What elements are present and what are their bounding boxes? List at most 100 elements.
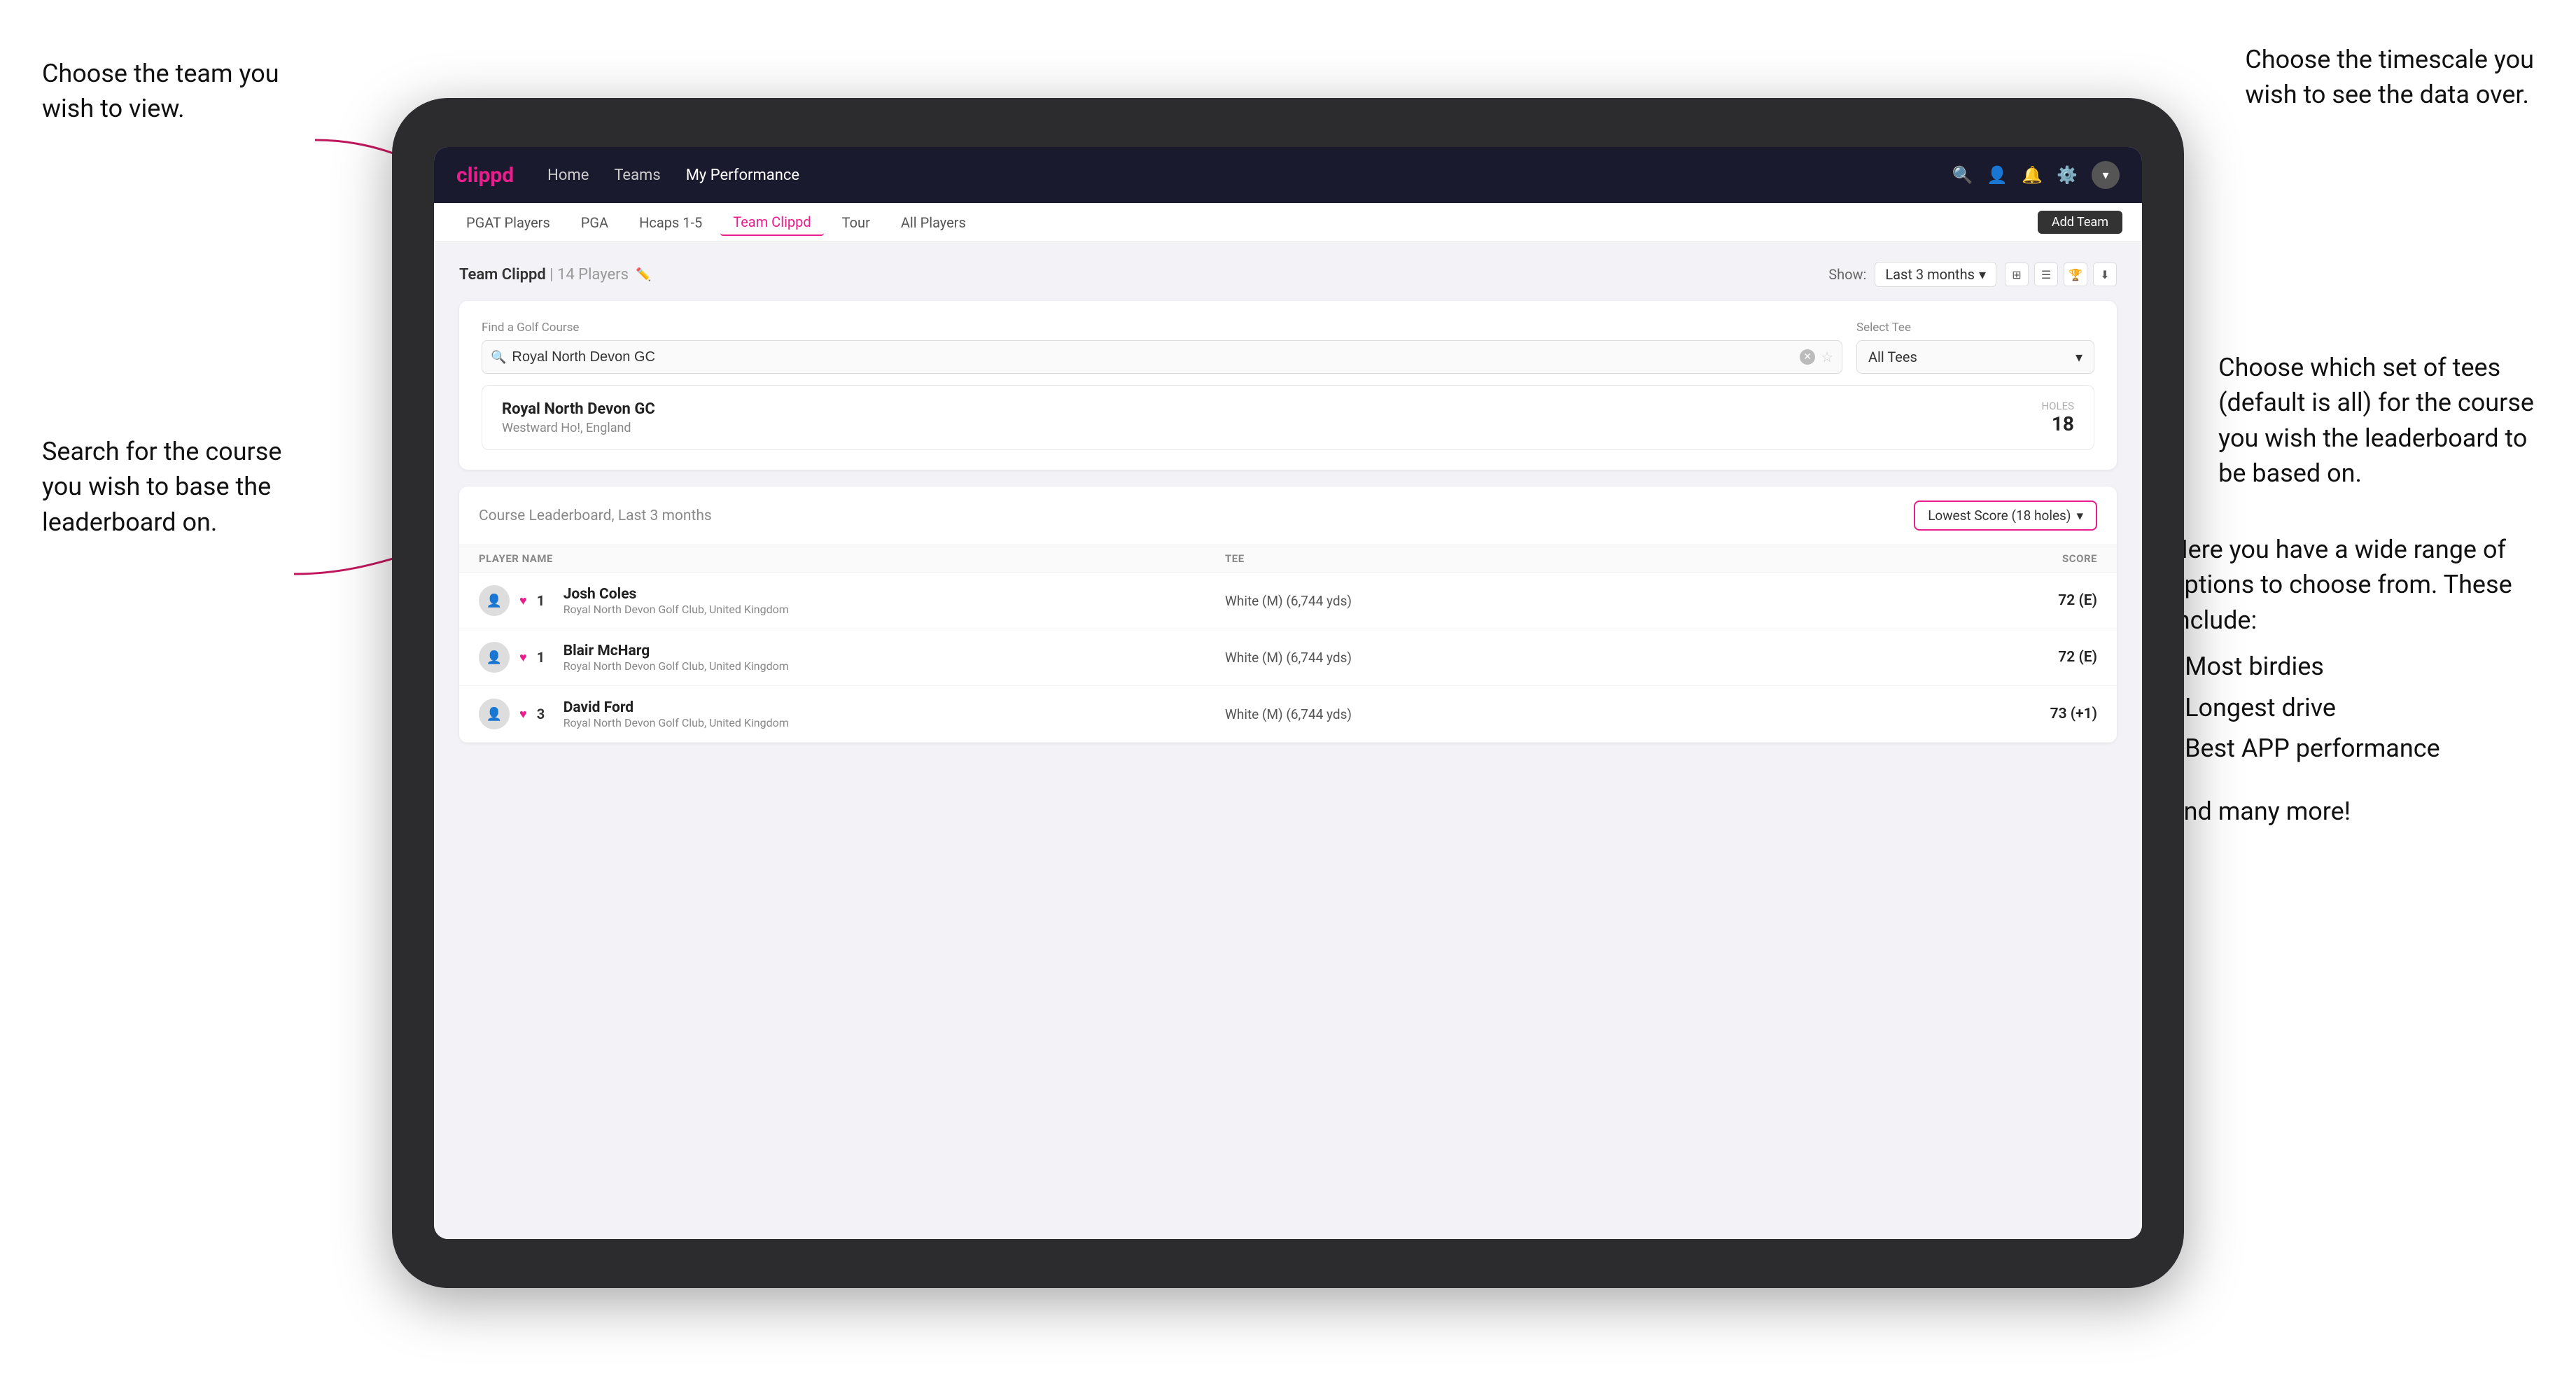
person-icon[interactable]: 👤	[1987, 165, 2008, 185]
annotation-bottom-right: Here you have a wide range of options to…	[2170, 532, 2534, 830]
leaderboard-title-text: Course Leaderboard,	[479, 507, 615, 524]
annotation-br-intro: Here you have a wide range of options to…	[2170, 535, 2512, 635]
bullet-birdies: Most birdies	[2170, 649, 2534, 684]
subnav-all-players[interactable]: All Players	[888, 210, 979, 235]
tee-select[interactable]: All Tees ▾	[1856, 340, 2094, 374]
show-value: Last 3 months	[1885, 266, 1975, 283]
course-name: Royal North Devon GC	[502, 400, 655, 418]
navbar-logo: clippd	[456, 163, 514, 188]
annotation-tr-line1: Choose the timescale you	[2245, 45, 2534, 74]
col-player-name: PLAYER NAME	[479, 552, 1225, 565]
show-label: Show:	[1828, 266, 1866, 283]
bell-icon[interactable]: 🔔	[2022, 165, 2043, 185]
ipad-frame: clippd Home Teams My Performance 🔍 👤 🔔 ⚙…	[392, 98, 2184, 1288]
player-club-2: Royal North Devon Golf Club, United King…	[564, 659, 789, 673]
favorite-icon[interactable]: ☆	[1821, 349, 1833, 365]
nav-my-performance[interactable]: My Performance	[686, 167, 799, 184]
settings-icon[interactable]: ⚙️	[2057, 165, 2078, 185]
player-rank-3: 3	[537, 706, 554, 722]
annotation-br-bullets: Most birdies Longest drive Best APP perf…	[2170, 649, 2534, 766]
holes-count: 18	[2041, 412, 2074, 435]
search-icon[interactable]: 🔍	[1952, 165, 1973, 185]
table-row: 👤 ♥ 1 Josh Coles Royal North Devon Golf …	[459, 573, 2117, 629]
subnav-pgat[interactable]: PGAT Players	[454, 210, 563, 235]
player-name-1: Josh Coles	[564, 586, 789, 603]
player-cell-1: 👤 ♥ 1 Josh Coles Royal North Devon Golf …	[479, 585, 1225, 616]
annotation-tr-line2: wish to see the data over.	[2245, 80, 2529, 109]
team-name: Team Clippd | 14 Players	[459, 266, 629, 284]
col-tee: TEE	[1225, 552, 1971, 565]
player-avatar-2: 👤	[479, 642, 510, 673]
player-name-3: David Ford	[564, 699, 789, 716]
annotation-bl-line1: Search for the course	[42, 437, 281, 466]
course-search-section: Find a Golf Course 🔍 ✕ ☆ Select Tee All …	[459, 301, 2117, 470]
subnav-team-clippd[interactable]: Team Clippd	[720, 209, 823, 236]
navbar-icons: 🔍 👤 🔔 ⚙️ ▾	[1952, 161, 2120, 189]
course-search-input[interactable]	[512, 349, 1800, 365]
heart-icon-3: ♥	[519, 707, 527, 722]
score-cell-1: 72 (E)	[1971, 592, 2097, 609]
show-row: Show: Last 3 months ▾ ⊞ ☰ 🏆 ⬇	[1828, 262, 2117, 287]
annotation-mr-line4: be based on.	[2218, 458, 2362, 488]
select-tee-label: Select Tee	[1856, 321, 2094, 335]
avatar[interactable]: ▾	[2092, 161, 2120, 189]
heart-icon-2: ♥	[519, 650, 527, 665]
annotation-top-right: Choose the timescale you wish to see the…	[2245, 42, 2534, 113]
annotation-mr-line1: Choose which set of tees	[2218, 353, 2500, 382]
add-team-button[interactable]: Add Team	[2038, 211, 2122, 234]
tee-field-group: Select Tee All Tees ▾	[1856, 321, 2094, 374]
navbar-links: Home Teams My Performance	[547, 167, 1952, 184]
subnav-tour[interactable]: Tour	[830, 210, 883, 235]
search-input-wrap: 🔍 ✕ ☆	[482, 340, 1842, 374]
score-option-label: Lowest Score (18 holes)	[1928, 507, 2071, 524]
tee-info-1: White (M) (6,744 yds)	[1225, 593, 1971, 609]
holes-box: Holes 18	[2041, 400, 2074, 435]
list-view-btn[interactable]: ☰	[2034, 262, 2058, 286]
course-result: Royal North Devon GC Westward Ho!, Engla…	[482, 385, 2094, 450]
score-cell-3: 73 (+1)	[1971, 706, 2097, 722]
ipad-screen: clippd Home Teams My Performance 🔍 👤 🔔 ⚙…	[434, 147, 2142, 1239]
player-club-1: Royal North Devon Golf Club, United King…	[564, 603, 789, 616]
player-avatar-1: 👤	[479, 585, 510, 616]
bullet-app: Best APP performance	[2170, 731, 2534, 766]
view-icons: ⊞ ☰ 🏆 ⬇	[2005, 262, 2117, 286]
course-location: Westward Ho!, England	[502, 421, 655, 435]
score-cell-2: 72 (E)	[1971, 649, 2097, 666]
avatar-icon: ▾	[2102, 168, 2108, 183]
score-type-dropdown[interactable]: Lowest Score (18 holes) ▾	[1914, 500, 2097, 531]
annotation-tl-line1: Choose the team you	[42, 59, 279, 88]
annotation-bottom-left: Search for the course you wish to base t…	[42, 434, 281, 540]
download-btn[interactable]: ⬇	[2093, 262, 2117, 286]
player-name-2: Blair McHarg	[564, 643, 789, 659]
table-row: 👤 ♥ 1 Blair McHarg Royal North Devon Gol…	[459, 629, 2117, 686]
player-rank-1: 1	[537, 592, 554, 609]
trophy-view-btn[interactable]: 🏆	[2064, 262, 2087, 286]
team-header: Team Clippd | 14 Players ✏️ Show: Last 3…	[459, 262, 2117, 287]
holes-label: Holes	[2041, 400, 2074, 412]
clear-search-button[interactable]: ✕	[1800, 349, 1815, 365]
annotation-mid-right: Choose which set of tees (default is all…	[2218, 350, 2534, 491]
leaderboard-period: Last 3 months	[618, 507, 712, 524]
nav-home[interactable]: Home	[547, 167, 589, 184]
nav-teams[interactable]: Teams	[614, 167, 660, 184]
subnav: PGAT Players PGA Hcaps 1-5 Team Clippd T…	[434, 203, 2142, 242]
course-info: Royal North Devon GC Westward Ho!, Engla…	[502, 400, 655, 435]
annotation-bl-line2: you wish to base the	[42, 472, 271, 501]
team-title-group: Team Clippd | 14 Players ✏️	[459, 266, 651, 284]
subnav-pga[interactable]: PGA	[568, 210, 621, 235]
grid-view-btn[interactable]: ⊞	[2005, 262, 2029, 286]
annotation-top-left: Choose the team you wish to view.	[42, 56, 279, 127]
leaderboard-section: Course Leaderboard, Last 3 months Lowest…	[459, 486, 2117, 743]
player-avatar-3: 👤	[479, 699, 510, 729]
player-count: | 14 Players	[550, 266, 629, 284]
search-row: Find a Golf Course 🔍 ✕ ☆ Select Tee All …	[482, 321, 2094, 374]
leaderboard-header: Course Leaderboard, Last 3 months Lowest…	[459, 486, 2117, 545]
player-club-3: Royal North Devon Golf Club, United King…	[564, 716, 789, 729]
leaderboard-columns: PLAYER NAME TEE SCORE	[459, 545, 2117, 573]
subnav-hcaps[interactable]: Hcaps 1-5	[626, 210, 715, 235]
navbar: clippd Home Teams My Performance 🔍 👤 🔔 ⚙…	[434, 147, 2142, 203]
edit-icon[interactable]: ✏️	[636, 267, 651, 282]
show-dropdown[interactable]: Last 3 months ▾	[1875, 262, 1996, 287]
annotation-mr-line3: you wish the leaderboard to	[2218, 424, 2527, 453]
tee-info-3: White (M) (6,744 yds)	[1225, 706, 1971, 722]
